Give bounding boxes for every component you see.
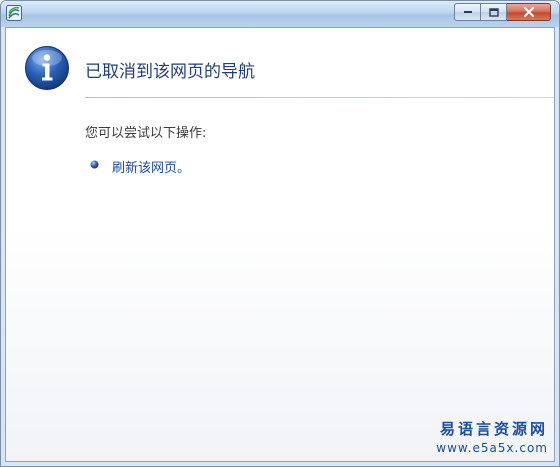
minimize-button[interactable] [454, 3, 481, 21]
page-content: 已取消到该网页的导航 您可以尝试以下操作: 刷新该网页。 易语言资源网 www.… [5, 27, 555, 462]
bullet-icon [90, 160, 99, 169]
watermark-site-name: 易语言资源网 [439, 420, 548, 438]
close-icon [523, 7, 534, 17]
page-title: 已取消到该网页的导航 [85, 62, 255, 82]
suggestions-intro: 您可以尝试以下操作: [85, 126, 207, 141]
maximize-button[interactable] [481, 3, 507, 21]
title-divider [85, 97, 554, 98]
close-button[interactable] [507, 3, 551, 21]
watermark-url: www.e5a5x.com [436, 441, 548, 455]
refresh-page-link[interactable]: 刷新该网页。 [112, 157, 190, 176]
watermark: 易语言资源网 www.e5a5x.com [436, 418, 548, 455]
minimize-icon [463, 11, 472, 13]
window-controls [454, 3, 551, 23]
title-bar[interactable] [1, 1, 559, 27]
maximize-icon [488, 7, 499, 17]
app-icon [6, 5, 22, 21]
browser-window: 已取消到该网页的导航 您可以尝试以下操作: 刷新该网页。 易语言资源网 www.… [0, 0, 560, 467]
info-icon [25, 46, 69, 90]
